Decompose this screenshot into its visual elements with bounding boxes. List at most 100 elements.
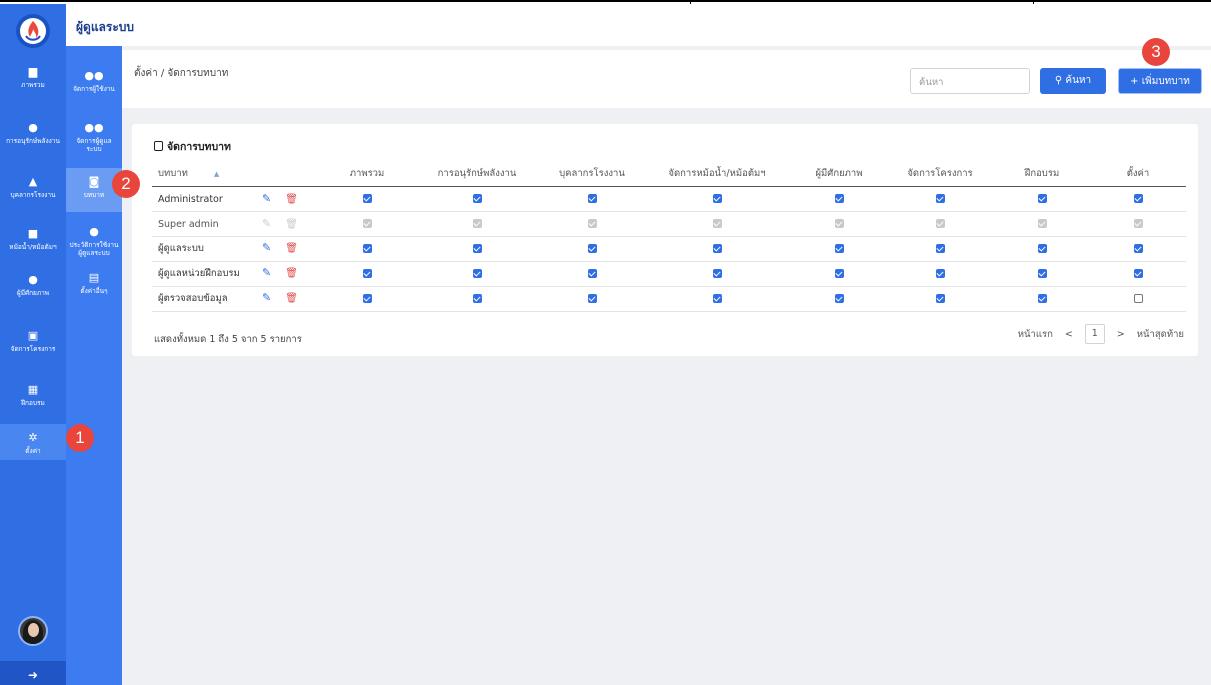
table-row: ผู้ดูแลหน่วยฝึกอบรม ✎ 🗑 — [152, 261, 1186, 287]
permission-checkbox[interactable] — [712, 294, 722, 303]
search-button-label: ค้นหา — [1065, 75, 1092, 86]
toolbar: ตั้งค่า / จัดการบทบาท ค้นหา ⚲ ค้นหา + เพ… — [122, 50, 1211, 108]
permission-checkbox[interactable] — [472, 269, 482, 278]
column-header: การอนุรักษ์พลังงาน — [412, 162, 542, 187]
permission-checkbox[interactable] — [1133, 294, 1143, 303]
permission-checkbox[interactable] — [1037, 294, 1047, 303]
permission-checkbox[interactable] — [587, 294, 597, 303]
table-row: Administrator ✎ 🗑 — [152, 186, 1186, 212]
column-header: ผู้มีศักยภาพ — [792, 162, 886, 187]
trash-icon[interactable]: 🗑 — [285, 243, 298, 254]
trash-icon[interactable]: 🗑 — [285, 268, 298, 279]
first-page-link[interactable]: หน้าแรก — [1018, 327, 1053, 342]
search-button[interactable]: ⚲ ค้นหา — [1040, 68, 1106, 94]
sidebar-item-projects[interactable]: ▣ จัดการโครงการ — [0, 329, 66, 354]
next-page-button[interactable]: > — [1117, 329, 1125, 340]
column-header: จัดการโครงการ — [886, 162, 994, 187]
column-header[interactable]: บทบาท ▲ — [152, 162, 322, 187]
edit-icon[interactable]: ✎ — [262, 192, 271, 205]
sidebar-item-label: ผู้มีศักยภาพ — [16, 289, 50, 297]
breadcrumb: ตั้งค่า / จัดการบทบาท — [134, 68, 229, 79]
search-input[interactable]: ค้นหา — [910, 68, 1030, 94]
sidebar-item-label: ฝึกอบรม — [21, 399, 45, 407]
permission-checkbox[interactable] — [712, 269, 722, 278]
edit-icon[interactable]: ✎ — [262, 291, 271, 304]
permission-checkbox[interactable] — [362, 244, 372, 253]
table-row: ผู้ตรวจสอบข้อมูล ✎ 🗑 — [152, 286, 1186, 312]
permission-checkbox[interactable] — [834, 244, 844, 253]
last-page-link[interactable]: หน้าสุดท้าย — [1137, 327, 1184, 342]
permission-checkbox[interactable] — [362, 294, 372, 303]
permission-checkbox[interactable] — [935, 269, 945, 278]
permission-checkbox[interactable] — [935, 244, 945, 253]
permission-checkbox[interactable] — [834, 294, 844, 303]
sort-icon[interactable]: ▲ — [214, 170, 219, 178]
table-row: ผู้ดูแลระบบ ✎ 🗑 — [152, 236, 1186, 262]
sidebar-item-label: จัดการโครงการ — [10, 345, 56, 353]
annotation-badge: 3 — [1142, 38, 1170, 66]
trash-icon[interactable]: 🗑 — [285, 293, 298, 304]
permission-checkbox[interactable] — [935, 194, 945, 203]
pagination: หน้าแรก < 1 > หน้าสุดท้าย — [1018, 324, 1184, 344]
gear-icon: ✲ — [28, 431, 38, 444]
permission-checkbox[interactable] — [472, 244, 482, 253]
training-icon: ▦ — [27, 383, 39, 396]
sidebar-item-overview[interactable]: ▆ ภาพรวม — [0, 66, 66, 90]
main-content: ตั้งค่า / จัดการบทบาท ค้นหา ⚲ ค้นหา + เพ… — [122, 46, 1211, 685]
permission-checkbox — [362, 219, 372, 228]
permission-checkbox[interactable] — [935, 294, 945, 303]
permission-checkbox[interactable] — [834, 269, 844, 278]
avatar[interactable] — [18, 616, 48, 646]
trash-icon[interactable]: 🗑 — [285, 194, 298, 205]
permission-checkbox[interactable] — [712, 244, 722, 253]
permission-checkbox[interactable] — [1037, 194, 1047, 203]
permission-checkbox[interactable] — [834, 194, 844, 203]
sidebar-item-energy[interactable]: ● การอนุรักษ์พลังงาน — [0, 122, 66, 146]
history-icon: ● — [89, 225, 99, 238]
permission-checkbox[interactable] — [712, 194, 722, 203]
clipboard-icon: ▣ — [27, 329, 39, 342]
sidebar-item-settings[interactable]: ✲ ตั้งค่า — [0, 424, 66, 460]
sidebar-item-personnel[interactable]: ▲ บุคลากรโรงงาน — [0, 176, 66, 200]
permission-checkbox[interactable] — [587, 244, 597, 253]
logout-button[interactable]: ➜ — [0, 661, 66, 685]
search-icon: ⚲ — [1054, 75, 1063, 86]
permission-checkbox[interactable] — [362, 269, 372, 278]
sidebar-item-boiler[interactable]: ■ หม้อน้ำ/หม้อต้มฯ — [0, 228, 66, 252]
permission-checkbox — [472, 219, 482, 228]
edit-icon[interactable]: ✎ — [262, 241, 271, 254]
sidebar-item-potential[interactable]: ● ผู้มีศักยภาพ — [0, 273, 66, 298]
permission-checkbox[interactable] — [1133, 194, 1143, 203]
permission-checkbox[interactable] — [587, 269, 597, 278]
table-header-row: บทบาท ▲ ภาพรวม การอนุรักษ์พลังงาน บุคลากร… — [152, 162, 1186, 187]
permission-checkbox[interactable] — [362, 194, 372, 203]
logout-icon: ➜ — [27, 668, 39, 682]
add-role-button[interactable]: + เพิ่มบทบาท — [1118, 68, 1202, 94]
sub-item-label: บทบาท — [83, 191, 105, 199]
person-icon: ● — [28, 273, 38, 286]
prev-page-button[interactable]: < — [1065, 329, 1073, 340]
sub-item-label: ประวัติการใช้งานผู้ดูแลระบบ — [69, 241, 119, 257]
sub-item-label: จัดการผู้ใช้งาน — [73, 85, 115, 93]
permission-checkbox[interactable] — [1037, 244, 1047, 253]
sidebar-item-training[interactable]: ▦ ฝึกอบรม — [0, 383, 66, 408]
permission-checkbox[interactable] — [1133, 244, 1143, 253]
permission-checkbox[interactable] — [472, 194, 482, 203]
column-header: ตั้งค่า — [1090, 162, 1186, 187]
permission-checkbox[interactable] — [472, 294, 482, 303]
permission-checkbox[interactable] — [1037, 269, 1047, 278]
sub-item-admins[interactable]: ●● จัดการผู้ดูแลระบบ — [66, 122, 122, 154]
role-name: ผู้ตรวจสอบข้อมูล — [158, 293, 228, 304]
top-header: ผู้ดูแลระบบ — [66, 4, 1211, 46]
role-icon — [154, 141, 163, 151]
sub-item-admin-history[interactable]: ● ประวัติการใช้งานผู้ดูแลระบบ — [66, 225, 122, 258]
permission-checkbox[interactable] — [1133, 269, 1143, 278]
app-logo[interactable] — [16, 14, 50, 48]
sub-item-users[interactable]: ●● จัดการผู้ใช้งาน — [66, 70, 122, 94]
edit-icon[interactable]: ✎ — [262, 266, 271, 279]
sub-item-other-settings[interactable]: ▤ ตั้งค่าอื่นๆ — [66, 272, 122, 296]
card-title: จัดการบทบาท — [154, 138, 231, 155]
permission-checkbox[interactable] — [587, 194, 597, 203]
column-header: บุคลากรโรงงาน — [542, 162, 642, 187]
page-number-button[interactable]: 1 — [1084, 324, 1105, 344]
